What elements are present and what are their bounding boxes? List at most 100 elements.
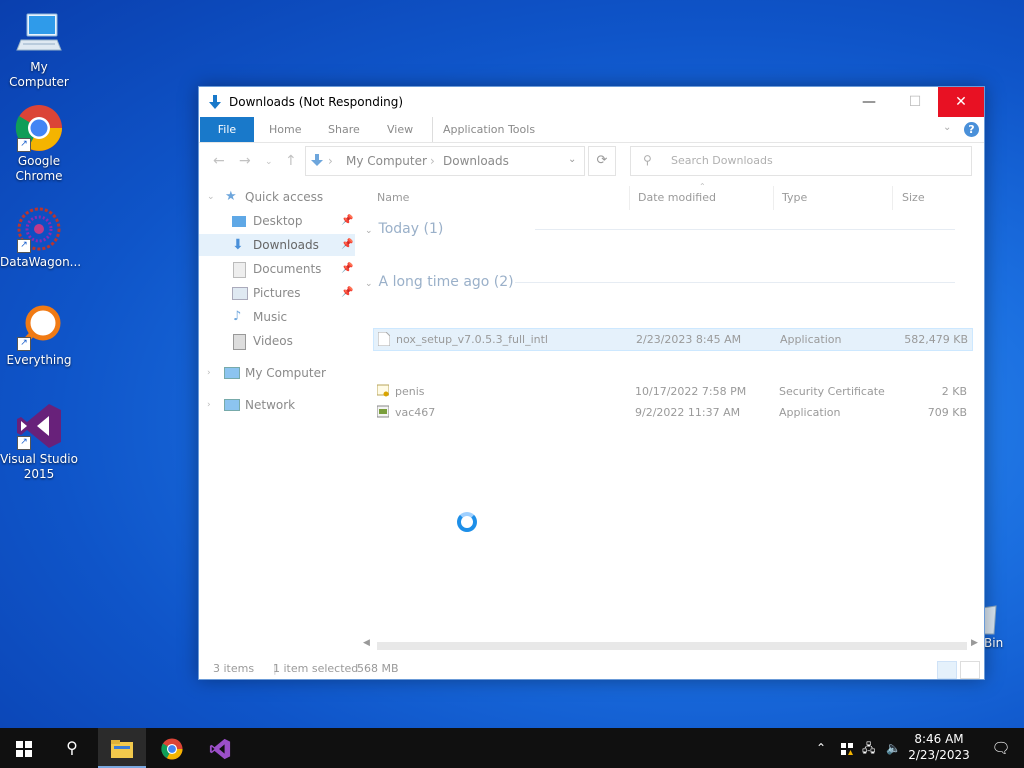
ribbon-tabs: File Home Share View Application Tools ⌄… [199, 117, 984, 143]
file-type: Application [779, 406, 841, 419]
back-arrow-icon[interactable]: ← [213, 153, 225, 169]
magnifier-icon: ↗ [15, 303, 63, 351]
desktop-icon-datawagon[interactable]: ↗ DataWagon... [0, 205, 82, 270]
nav-network[interactable]: › Network [199, 394, 355, 416]
visual-studio-icon: ↗ [15, 402, 63, 450]
nav-item-label: Music [253, 310, 288, 324]
file-row[interactable]: penis 10/17/2022 7:58 PM Security Certif… [373, 381, 971, 402]
clock[interactable]: 8:46 AM 2/23/2023 [908, 731, 970, 763]
minimize-button[interactable]: — [846, 87, 892, 117]
group-divider [535, 229, 955, 230]
desktop-icon-label: Visual Studio 2015 [0, 452, 78, 481]
desktop-icon-label: Google Chrome [15, 154, 63, 183]
scrollbar-thumb[interactable] [377, 642, 967, 650]
column-header-date-modified[interactable]: Date modified [638, 186, 774, 210]
taskbar-chrome[interactable] [148, 728, 196, 768]
breadcrumb-separator: › [328, 154, 333, 168]
title-bar[interactable]: Downloads (Not Responding) — ☐ ✕ [199, 87, 984, 117]
nav-item-documents[interactable]: Documents 📌 [199, 258, 355, 280]
pin-icon[interactable]: 📌 [341, 282, 353, 304]
nav-item-music[interactable]: ♪ Music [199, 306, 355, 328]
horizontal-scrollbar[interactable]: ◀ ▶ [363, 638, 981, 653]
pin-icon[interactable]: 📌 [341, 210, 353, 232]
nav-my-computer[interactable]: › My Computer [199, 362, 355, 384]
show-hidden-icons-chevron-icon[interactable]: ⌃ [816, 728, 826, 768]
file-row-selected[interactable]: nox_setup_v7.0.5.3_full_intl 2/23/2023 8… [373, 328, 973, 351]
visual-studio-icon [209, 738, 231, 759]
expand-chevron-icon[interactable]: › [207, 362, 211, 384]
tab-view[interactable]: View [377, 117, 423, 142]
nav-item-desktop[interactable]: Desktop 📌 [199, 210, 355, 232]
nav-item-pictures[interactable]: Pictures 📌 [199, 282, 355, 304]
file-row[interactable]: vac467 9/2/2022 11:37 AM Application 709… [373, 402, 971, 423]
desktop-icon-my-computer[interactable]: My Computer [0, 10, 78, 90]
tab-share[interactable]: Share [318, 117, 370, 142]
forward-arrow-icon[interactable]: → [239, 153, 251, 169]
application-file-icon [377, 405, 389, 418]
up-arrow-icon[interactable]: ↑ [285, 153, 297, 169]
tab-file[interactable]: File [200, 117, 254, 142]
help-icon[interactable]: ? [964, 122, 979, 137]
desktop-icon-everything[interactable]: ↗ Everything [0, 303, 78, 368]
group-header-long-time-ago[interactable]: ⌄ A long time ago (2) [365, 271, 955, 293]
search-button[interactable]: ⚲ [48, 728, 96, 768]
nav-item-videos[interactable]: Videos [199, 330, 355, 352]
group-divider [515, 282, 955, 283]
column-header-name[interactable]: Name [377, 186, 630, 210]
refresh-button[interactable]: ⟳ [588, 146, 616, 176]
tab-home[interactable]: Home [259, 117, 311, 142]
close-button[interactable]: ✕ [938, 87, 984, 117]
search-icon: ⚲ [643, 153, 652, 167]
column-header-size[interactable]: Size [902, 186, 972, 210]
address-box[interactable]: › My Computer › Downloads ⌄ [305, 146, 585, 176]
scroll-left-icon[interactable]: ◀ [363, 638, 370, 648]
nav-quick-access[interactable]: ⌄ ★ Quick access [199, 186, 355, 208]
volume-icon[interactable]: 🔈 [886, 728, 901, 768]
breadcrumb-downloads[interactable]: Downloads [443, 154, 509, 168]
desktop-icon-google-chrome[interactable]: ↗ Google Chrome [0, 104, 78, 184]
desktop-folder-icon [232, 216, 246, 227]
group-header-today[interactable]: ⌄ Today (1) [365, 218, 955, 240]
collapse-chevron-icon[interactable]: ⌄ [365, 226, 373, 236]
column-header-type[interactable]: Type [782, 186, 893, 210]
start-button[interactable] [0, 728, 48, 768]
search-input[interactable]: ⚲ Search Downloads [630, 146, 972, 176]
desktop-icon-label: DataWagon... [0, 255, 82, 269]
breadcrumb-my-computer[interactable]: My Computer [346, 154, 427, 168]
taskbar-visual-studio[interactable] [196, 728, 244, 768]
computer-icon [224, 367, 240, 379]
search-placeholder: Search Downloads [671, 154, 773, 167]
nav-my-computer-label: My Computer [245, 366, 326, 380]
desktop-icon-label: Bin [984, 636, 1004, 650]
security-shield-icon[interactable] [840, 728, 854, 768]
address-dropdown-icon[interactable]: ⌄ [568, 154, 576, 165]
details-view-button[interactable] [937, 661, 957, 679]
maximize-button[interactable]: ☐ [892, 87, 938, 117]
status-item-count: 3 items [213, 662, 255, 675]
breadcrumb-separator: › [430, 154, 435, 168]
collapse-chevron-icon[interactable]: ⌄ [365, 279, 373, 289]
expand-chevron-icon[interactable]: › [207, 394, 211, 416]
busy-spinner-icon [457, 512, 477, 532]
expand-chevron-icon[interactable]: ⌄ [207, 186, 215, 208]
desktop-icon-recycle-bin[interactable]: Bin [982, 600, 1004, 650]
chrome-icon [161, 737, 183, 760]
nav-item-downloads[interactable]: ⬇ Downloads 📌 [199, 234, 355, 256]
expand-ribbon-icon[interactable]: ⌄ [943, 122, 951, 133]
file-type: Security Certificate [779, 385, 885, 398]
certificate-icon [377, 384, 389, 397]
status-bar: 3 items | 1 item selected 568 MB [199, 659, 984, 679]
pin-icon[interactable]: 📌 [341, 234, 353, 256]
recent-locations-chevron-icon[interactable]: ⌄ [265, 157, 273, 167]
pin-icon[interactable]: 📌 [341, 258, 353, 280]
large-icons-view-button[interactable] [960, 661, 980, 679]
desktop-icon-visual-studio-2015[interactable]: ↗ Visual Studio 2015 [0, 402, 78, 482]
nav-network-label: Network [245, 398, 296, 412]
tab-application-tools[interactable]: Application Tools [432, 117, 545, 142]
scroll-right-icon[interactable]: ▶ [971, 638, 978, 648]
taskbar-file-explorer[interactable] [98, 728, 146, 768]
action-center-icon[interactable]: 🗨 [978, 728, 1024, 768]
nav-item-label: Pictures [253, 286, 301, 300]
network-icon[interactable]: 🖧 [862, 728, 875, 768]
explorer-window[interactable]: Downloads (Not Responding) — ☐ ✕ File Ho… [198, 86, 985, 680]
